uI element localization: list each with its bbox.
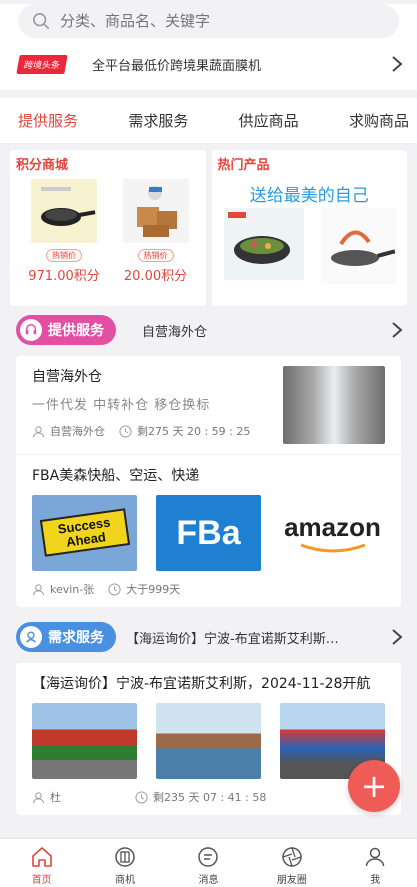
user-icon (32, 425, 45, 437)
fba-logo-image: FBa (156, 495, 261, 571)
hot-banner-text: 送给最美的自己 (249, 186, 369, 206)
amazon-text: amazon (284, 511, 381, 542)
clock-icon (135, 790, 148, 804)
list-item[interactable]: 自营海外仓 一件代发 中转补仓 移仓换标 自营海外仓 剩275 天 20 : 5… (16, 356, 401, 454)
tab-offer-services[interactable]: 提供服务 (18, 110, 78, 131)
home-icon (31, 846, 52, 867)
container-yard-image (32, 703, 137, 779)
nav-label: 我 (370, 874, 381, 886)
top-bar: 跨境头条 全平台最低价跨境果蔬面膜机 (0, 4, 417, 90)
points-product[interactable]: 热销价 20.00积分 (118, 179, 194, 284)
add-button[interactable]: + (348, 760, 400, 812)
nav-label: 首页 (31, 874, 52, 886)
courier-image (122, 179, 189, 243)
moments-icon (282, 846, 302, 867)
warehouse-image (283, 366, 385, 444)
item-title: 自营海外仓 (32, 369, 102, 385)
tab-supply-goods[interactable]: 供应商品 (239, 110, 299, 131)
hot-price-tag: 热销价 (137, 249, 174, 262)
nav-moments[interactable]: 朋友圈 (257, 845, 327, 886)
message-icon (198, 846, 219, 867)
user-icon (32, 583, 45, 595)
demand-section-subtitle: 【海运询价】宁波-布宜诺斯艾利斯… (126, 631, 339, 647)
item-time: 大于999天 (126, 583, 181, 596)
plus-icon: + (360, 767, 388, 805)
item-user: 杜 (50, 791, 61, 804)
offer-services-pill: 提供服务 (16, 315, 116, 345)
demand-list-card: 【海运询价】宁波-布宜诺斯艾利斯，2024-11-28开航 杜 剩235 天 0… (16, 663, 401, 815)
nav-profile[interactable]: 我 (340, 845, 410, 886)
offer-section-subtitle: 自营海外仓 (142, 324, 208, 340)
offer-section-header[interactable]: 提供服务 自营海外仓 (0, 310, 417, 350)
nav-messages[interactable]: 消息 (173, 845, 243, 886)
item-time: 剩275 天 20 : 59 : 25 (137, 425, 251, 438)
points-price: 971.00积分 (28, 269, 100, 284)
nav-home[interactable]: 首页 (7, 845, 77, 886)
profile-icon (366, 847, 385, 866)
points-mall-title: 积分商城 (16, 158, 69, 173)
news-headline[interactable]: 全平台最低价跨境果蔬面膜机 (92, 55, 391, 74)
success-ahead-image: Success Ahead (32, 495, 137, 571)
item-title: FBA美森快船、空运、快递 (32, 468, 200, 484)
hot-products-title: 热门产品 (217, 158, 270, 173)
service-icon (20, 626, 42, 648)
user-icon (32, 791, 45, 803)
cargo-ship-image (156, 703, 261, 779)
nav-label: 朋友圈 (276, 874, 307, 886)
search-input[interactable] (60, 12, 360, 30)
category-tabs: 提供服务 需求服务 供应商品 求购商品 (0, 98, 417, 144)
pan-cooking-image[interactable] (321, 208, 397, 284)
offer-list-card: 自营海外仓 一件代发 中转补仓 移仓换标 自营海外仓 剩275 天 20 : 5… (16, 356, 401, 607)
nav-label: 消息 (198, 874, 219, 886)
tab-demand-services[interactable]: 需求服务 (128, 110, 188, 131)
pan-image (31, 179, 97, 243)
wok-image[interactable] (223, 208, 304, 280)
bottom-nav: 首页 商机 消息 朋友圈 我 (0, 838, 417, 887)
list-item[interactable]: 【海运询价】宁波-布宜诺斯艾利斯，2024-11-28开航 杜 剩235 天 0… (16, 663, 401, 815)
points-price: 20.00积分 (123, 269, 188, 284)
item-user: kevin-张 (50, 583, 95, 596)
sign-text: Success Ahead (56, 514, 111, 550)
promo-area: 积分商城 热销价 971.00积分 热销价 20.00积分 热门产品 送给最美的… (0, 144, 417, 306)
points-mall-card[interactable]: 积分商城 热销价 971.00积分 热销价 20.00积分 (10, 150, 206, 306)
list-item[interactable]: FBA美森快船、空运、快递 Success Ahead FBa amazon k… (16, 454, 401, 607)
demand-services-pill: 需求服务 (16, 622, 116, 652)
nav-label: 商机 (115, 874, 136, 886)
hot-price-tag: 热销价 (46, 249, 82, 262)
item-title: 【海运询价】宁波-布宜诺斯艾利斯，2024-11-28开航 (32, 676, 371, 692)
offer-pill-label: 提供服务 (48, 323, 104, 339)
news-ticker[interactable]: 跨境头条 全平台最低价跨境果蔬面膜机 (0, 38, 417, 90)
nav-opportunity[interactable]: 商机 (90, 845, 160, 886)
clock-icon (119, 424, 132, 438)
points-product[interactable]: 热销价 971.00积分 (26, 179, 102, 284)
demand-pill-label: 需求服务 (48, 630, 104, 646)
headset-icon (20, 319, 42, 341)
hot-products-card[interactable]: 热门产品 送给最美的自己 (211, 150, 407, 306)
demand-section-header[interactable]: 需求服务 【海运询价】宁波-布宜诺斯艾利斯… (0, 617, 417, 657)
clock-icon (108, 582, 121, 596)
search-icon (32, 12, 50, 30)
tab-purchase-goods[interactable]: 求购商品 (349, 110, 409, 131)
item-user: 自营海外仓 (50, 425, 105, 438)
amazon-logo-image: amazon (280, 495, 385, 571)
news-badge: 跨境头条 (16, 54, 68, 74)
chevron-right-icon[interactable] (391, 628, 403, 646)
opportunity-icon (115, 846, 135, 867)
chevron-right-icon[interactable] (391, 55, 403, 73)
search-bar[interactable] (18, 4, 399, 38)
fba-text: FBa (176, 513, 241, 552)
chevron-right-icon[interactable] (391, 321, 403, 339)
item-time: 剩235 天 07 : 41 : 58 (153, 791, 267, 804)
item-tags: 一件代发 中转补仓 移仓换标 (32, 398, 211, 413)
